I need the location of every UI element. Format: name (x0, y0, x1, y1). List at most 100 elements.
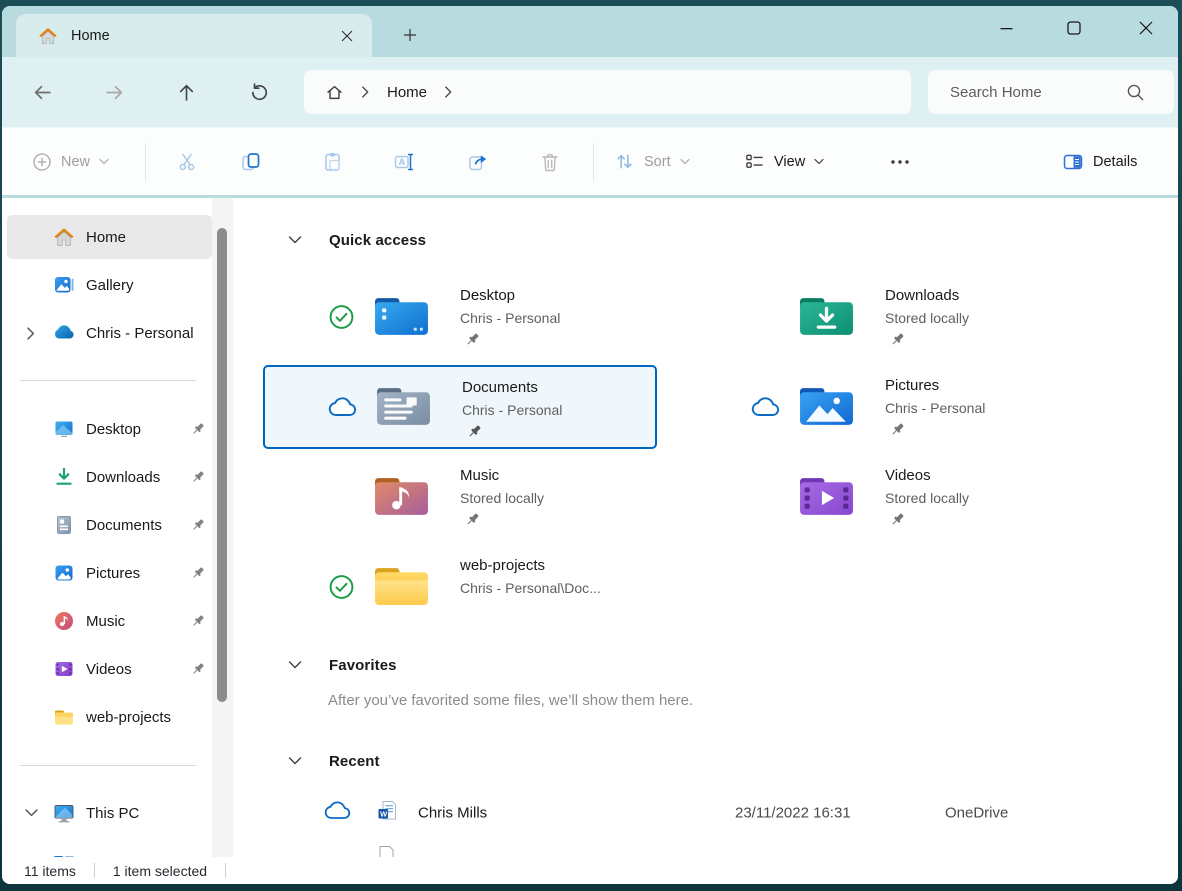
quick-access-item-desktop[interactable]: Desktop Chris - Personal (263, 275, 657, 359)
sidebar-item-onedrive[interactable]: Chris - Personal (7, 311, 212, 355)
new-button[interactable]: New (24, 140, 117, 184)
sidebar-item-music[interactable]: Music (7, 599, 212, 643)
toolbar-separator (593, 143, 594, 181)
sidebar-item-pictures[interactable]: Pictures (7, 551, 212, 595)
new-plus-icon (32, 152, 52, 172)
date-modified: 23/11/2022 16:31 (735, 805, 851, 822)
quick-access-item-pictures[interactable]: Pictures Chris - Personal (688, 365, 1082, 449)
sidebar-item-videos[interactable]: Videos (7, 647, 212, 691)
section-favorites[interactable]: Favorites (240, 650, 397, 680)
maximize-icon (1067, 21, 1081, 35)
item-name: Music (460, 464, 544, 487)
item-name: Downloads (885, 284, 969, 307)
rename-icon: A (393, 151, 415, 173)
search-input[interactable] (950, 84, 1115, 101)
tab-home[interactable]: Home (16, 14, 372, 57)
navigation-bar: Home (2, 57, 1178, 127)
item-name: Videos (885, 464, 969, 487)
details-pane-icon (1062, 151, 1084, 173)
more-options-button[interactable] (878, 140, 922, 184)
expand-chevron-icon[interactable] (26, 327, 36, 340)
copy-button[interactable] (229, 140, 273, 184)
collapse-chevron-icon[interactable] (25, 808, 38, 818)
sort-arrows-icon (614, 151, 635, 172)
quick-access-item-music[interactable]: Music Stored locally (263, 455, 657, 539)
item-subtitle: Stored locally (885, 487, 969, 510)
section-recent[interactable]: Recent (240, 746, 380, 776)
section-quick-access[interactable]: Quick access (240, 225, 426, 255)
chevron-down-icon (814, 158, 824, 165)
sidebar-item-partial[interactable] (7, 839, 212, 857)
content-area: Home Gallery (2, 198, 1178, 857)
quick-access-item-downloads[interactable]: Downloads Stored locally (688, 275, 1082, 359)
sidebar-item-documents[interactable]: Documents (7, 503, 212, 547)
item-name: web-projects (460, 554, 601, 577)
search-icon[interactable] (1126, 83, 1145, 107)
minimize-button[interactable] (976, 10, 1036, 46)
item-subtitle: Chris - Personal (460, 307, 560, 330)
close-button[interactable] (1116, 10, 1176, 46)
address-bar[interactable]: Home (304, 70, 911, 114)
section-title: Favorites (329, 657, 397, 674)
sidebar-separator (20, 765, 196, 766)
command-bar: New A Sort View (2, 127, 1178, 198)
sort-label: Sort (644, 154, 671, 170)
selection-count: 1 item selected (113, 863, 207, 879)
details-button[interactable]: Details (1054, 140, 1145, 184)
quick-access-item-videos[interactable]: Videos Stored locally (688, 455, 1082, 539)
chevron-down-icon[interactable] (288, 660, 304, 670)
synced-check-icon (326, 304, 356, 331)
pin-icon (889, 511, 969, 529)
navigation-pane: Home Gallery (2, 198, 235, 857)
sidebar-item-this-pc[interactable]: This PC (7, 791, 212, 835)
search-box[interactable] (928, 70, 1174, 114)
recent-file-row[interactable]: W Chris Mills 23/11/2022 16:31 OneDrive (240, 795, 1178, 831)
tab-title: Home (71, 28, 321, 44)
up-button[interactable] (164, 70, 208, 114)
maximize-button[interactable] (1044, 10, 1104, 46)
cloud-status-icon (751, 397, 781, 418)
videos-folder-icon (798, 474, 855, 520)
pin-icon (190, 661, 206, 682)
sidebar-item-desktop[interactable]: Desktop (7, 407, 212, 451)
tab-close-icon[interactable] (334, 23, 360, 49)
view-list-icon (744, 151, 765, 172)
sidebar-scrollbar[interactable] (212, 198, 233, 857)
back-button[interactable] (20, 70, 64, 114)
view-button[interactable]: View (736, 140, 832, 184)
sidebar-item-web-projects[interactable]: web-projects (7, 695, 212, 739)
share-button[interactable] (456, 140, 500, 184)
downloads-icon (53, 466, 75, 488)
svg-text:A: A (399, 157, 406, 167)
breadcrumb-home-icon[interactable] (325, 83, 344, 102)
pictures-folder-icon (798, 384, 855, 430)
sidebar-item-home[interactable]: Home (7, 215, 212, 259)
forward-button[interactable] (92, 70, 136, 114)
sidebar-item-gallery[interactable]: Gallery (7, 263, 212, 307)
breadcrumb-item-home[interactable]: Home (387, 84, 427, 101)
downloads-folder-icon (798, 294, 855, 340)
cut-button[interactable] (165, 140, 209, 184)
items-count: 11 items (24, 863, 76, 879)
quick-access-item-web-projects[interactable]: web-projects Chris - Personal\Doc... (263, 545, 657, 629)
delete-button[interactable] (528, 140, 572, 184)
more-options-icon (889, 151, 911, 173)
sort-button[interactable]: Sort (606, 140, 698, 184)
file-name: Chris Mills (418, 805, 487, 822)
onedrive-icon (53, 322, 75, 344)
cut-icon (176, 151, 198, 173)
chevron-down-icon[interactable] (288, 756, 304, 766)
chevron-down-icon[interactable] (288, 235, 304, 245)
sidebar-scrollbar-thumb[interactable] (217, 228, 227, 702)
paste-icon (322, 151, 344, 173)
paste-button[interactable] (311, 140, 355, 184)
chevron-right-icon[interactable] (444, 86, 453, 98)
quick-access-item-documents[interactable]: Documents Chris - Personal (263, 365, 657, 449)
refresh-button[interactable] (236, 70, 280, 114)
new-tab-button[interactable] (395, 20, 425, 50)
sidebar-item-downloads[interactable]: Downloads (7, 455, 212, 499)
status-bar: 11 items 1 item selected (2, 857, 1178, 884)
pin-icon (190, 517, 206, 538)
rename-button[interactable]: A (382, 140, 426, 184)
minimize-icon (1000, 22, 1013, 35)
